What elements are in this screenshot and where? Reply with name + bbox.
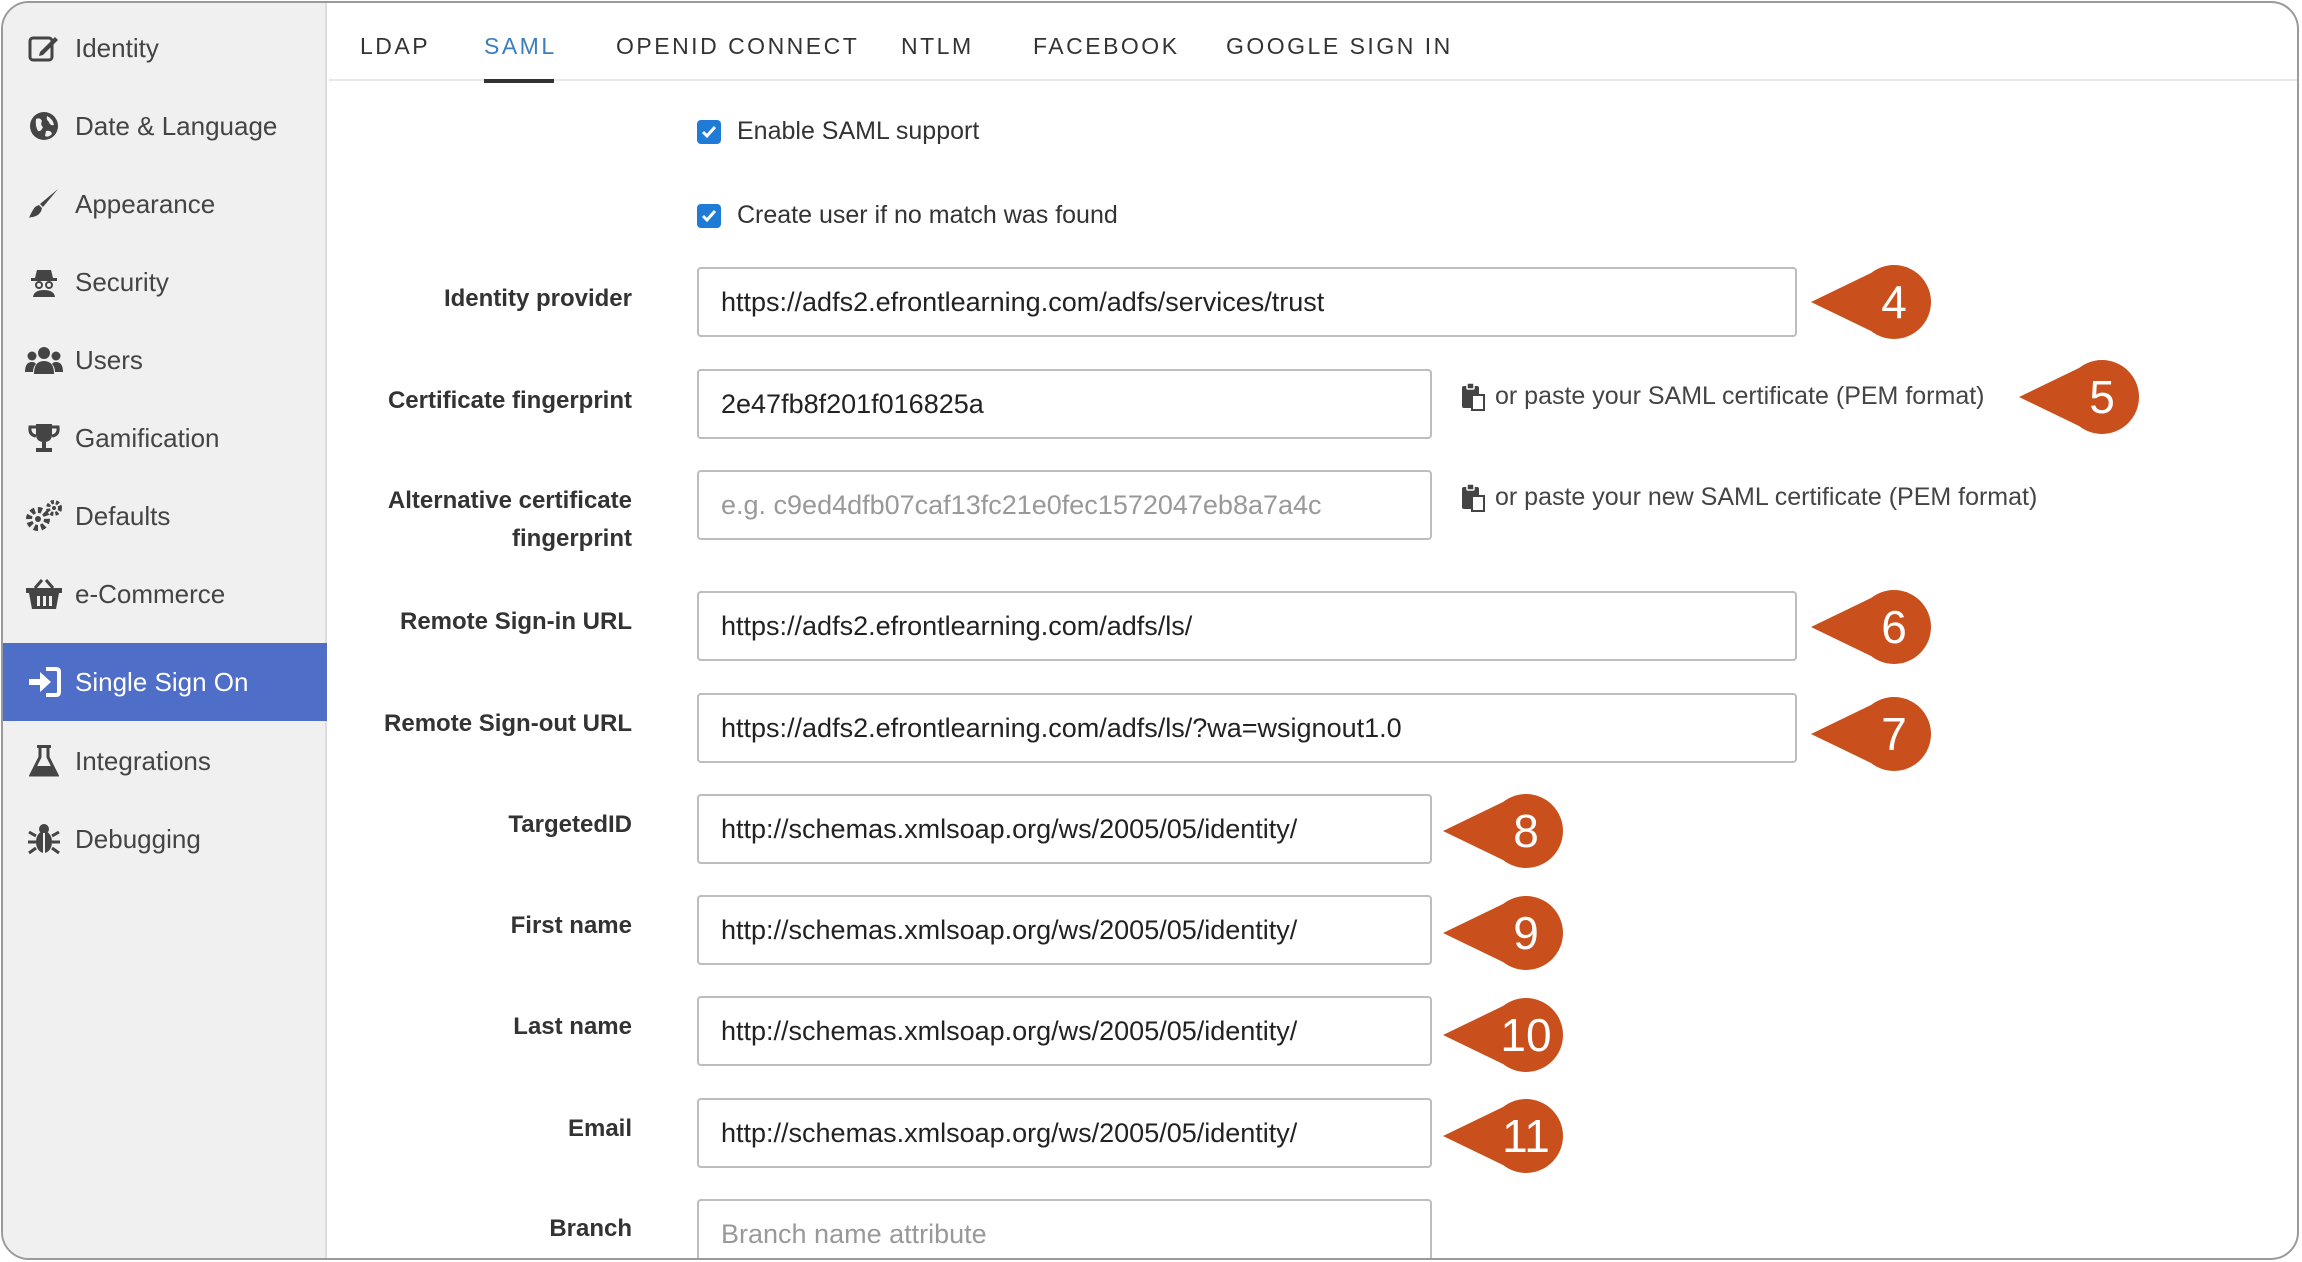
first-name-input[interactable] — [697, 895, 1432, 965]
sidebar-item-ecommerce[interactable]: e-Commerce — [3, 555, 327, 633]
sidebar-item-defaults[interactable]: Defaults — [3, 477, 327, 555]
bug-icon — [25, 820, 63, 858]
callout-number: 9 — [1513, 907, 1539, 959]
basket-icon — [25, 575, 63, 613]
users-icon — [25, 341, 63, 379]
callout-number: 4 — [1881, 276, 1907, 328]
sidebar-item-label: Single Sign On — [75, 666, 249, 697]
enable-saml-label: Enable SAML support — [737, 117, 980, 145]
tab-openid-connect[interactable]: OPENID CONNECT — [616, 33, 859, 60]
certificate-fingerprint-label: Certificate fingerprint — [387, 387, 632, 414]
sidebar-item-debugging[interactable]: Debugging — [3, 800, 327, 878]
remote-signout-url-input[interactable] — [697, 693, 1797, 763]
sidebar-item-label: Integrations — [75, 745, 211, 776]
trophy-icon — [25, 419, 63, 457]
sidebar-item-label: Appearance — [75, 188, 216, 219]
targeted-id-input[interactable] — [697, 794, 1432, 864]
sidebar-item-label: Defaults — [75, 500, 171, 531]
tab-bar: LDAP SAML OPENID CONNECT NTLM FACEBOOK G… — [329, 3, 2297, 83]
certificate-fingerprint-input[interactable] — [697, 369, 1432, 439]
paste-saml-certificate-link[interactable]: or paste your SAML certificate (PEM form… — [1461, 381, 1985, 411]
remote-signin-url-label: Remote Sign-in URL — [400, 608, 632, 635]
callout-number: 6 — [1881, 601, 1907, 653]
create-user-row: Create user if no match was found — [697, 201, 1118, 230]
callout-number: 10 — [1500, 1009, 1552, 1061]
create-user-label: Create user if no match was found — [737, 201, 1118, 229]
callout-number: 8 — [1513, 805, 1539, 857]
tab-google-sign-in[interactable]: GOOGLE SIGN IN — [1226, 33, 1453, 60]
first-name-label: First name — [510, 912, 632, 939]
branch-label: Branch — [549, 1215, 632, 1242]
last-name-input[interactable] — [697, 996, 1432, 1066]
callout-marker: 11 — [1443, 1099, 1563, 1173]
create-user-checkbox[interactable] — [697, 203, 721, 228]
clipboard-icon — [1461, 381, 1487, 411]
callout-marker: 7 — [1811, 697, 1931, 771]
alt-certificate-label-line2: fingerprint — [512, 525, 632, 552]
callout-marker: 9 — [1443, 896, 1563, 970]
remote-signout-url-label: Remote Sign-out URL — [384, 710, 632, 737]
active-tab-indicator — [484, 79, 554, 83]
targeted-id-label: TargetedID — [508, 811, 632, 838]
sidebar-item-gamification[interactable]: Gamification — [3, 399, 327, 477]
sign-in-icon — [25, 663, 63, 701]
enable-saml-row: Enable SAML support — [697, 117, 979, 146]
globe-icon — [25, 107, 63, 145]
callout-marker: 4 — [1811, 265, 1931, 339]
callout-number: 11 — [1502, 1110, 1550, 1162]
paintbrush-icon — [25, 185, 63, 223]
sidebar-item-label: Identity — [75, 32, 159, 63]
flask-icon — [25, 742, 63, 780]
clipboard-icon — [1461, 482, 1487, 512]
identity-provider-label: Identity provider — [443, 285, 632, 312]
sidebar-item-label: Debugging — [75, 823, 201, 854]
alt-certificate-fingerprint-input[interactable] — [697, 470, 1432, 540]
sidebar-item-users[interactable]: Users — [3, 321, 327, 399]
tab-facebook[interactable]: FACEBOOK — [1033, 33, 1180, 60]
callout-number: 7 — [1881, 708, 1907, 760]
callout-marker: 5 — [2019, 360, 2139, 434]
callout-marker: 6 — [1811, 590, 1931, 664]
callout-number: 5 — [2089, 371, 2115, 423]
sidebar: Identity Date & Language Appearance Secu… — [3, 3, 327, 1258]
callout-marker: 10 — [1443, 998, 1563, 1072]
email-label: Email — [567, 1115, 632, 1142]
sidebar-item-identity[interactable]: Identity — [3, 9, 327, 87]
spy-icon — [25, 263, 63, 301]
sidebar-item-label: Users — [75, 344, 143, 375]
sidebar-item-integrations[interactable]: Integrations — [3, 722, 327, 800]
branch-input[interactable] — [697, 1199, 1432, 1258]
identity-provider-input[interactable] — [697, 267, 1797, 337]
sidebar-item-date-language[interactable]: Date & Language — [3, 87, 327, 165]
paste-saml-certificate-text: or paste your SAML certificate (PEM form… — [1495, 381, 1985, 410]
sidebar-item-label: Date & Language — [75, 110, 278, 141]
sidebar-item-single-sign-on[interactable]: Single Sign On — [3, 643, 327, 721]
sidebar-item-appearance[interactable]: Appearance — [3, 165, 327, 243]
app-window: Identity Date & Language Appearance Secu… — [1, 1, 2299, 1260]
edit-icon — [25, 29, 63, 67]
callout-marker: 8 — [1443, 794, 1563, 868]
paste-new-saml-certificate-link[interactable]: or paste your new SAML certificate (PEM … — [1461, 482, 2037, 512]
alt-certificate-label-line1: Alternative certificate — [387, 487, 632, 514]
sidebar-item-security[interactable]: Security — [3, 243, 327, 321]
last-name-label: Last name — [513, 1013, 632, 1040]
enable-saml-checkbox[interactable] — [697, 119, 721, 144]
sidebar-item-label: e-Commerce — [75, 578, 226, 609]
email-input[interactable] — [697, 1098, 1432, 1168]
remote-signin-url-input[interactable] — [697, 591, 1797, 661]
paste-new-saml-certificate-text: or paste your new SAML certificate (PEM … — [1495, 482, 2038, 511]
tab-ldap[interactable]: LDAP — [360, 33, 430, 60]
sidebar-item-label: Security — [75, 266, 169, 297]
alt-certificate-fingerprint-label: Alternative certificate fingerprint — [388, 482, 632, 558]
tab-ntlm[interactable]: NTLM — [901, 33, 974, 60]
tab-saml[interactable]: SAML — [484, 33, 557, 60]
sidebar-item-label: Gamification — [75, 422, 220, 453]
gears-icon — [25, 497, 63, 535]
